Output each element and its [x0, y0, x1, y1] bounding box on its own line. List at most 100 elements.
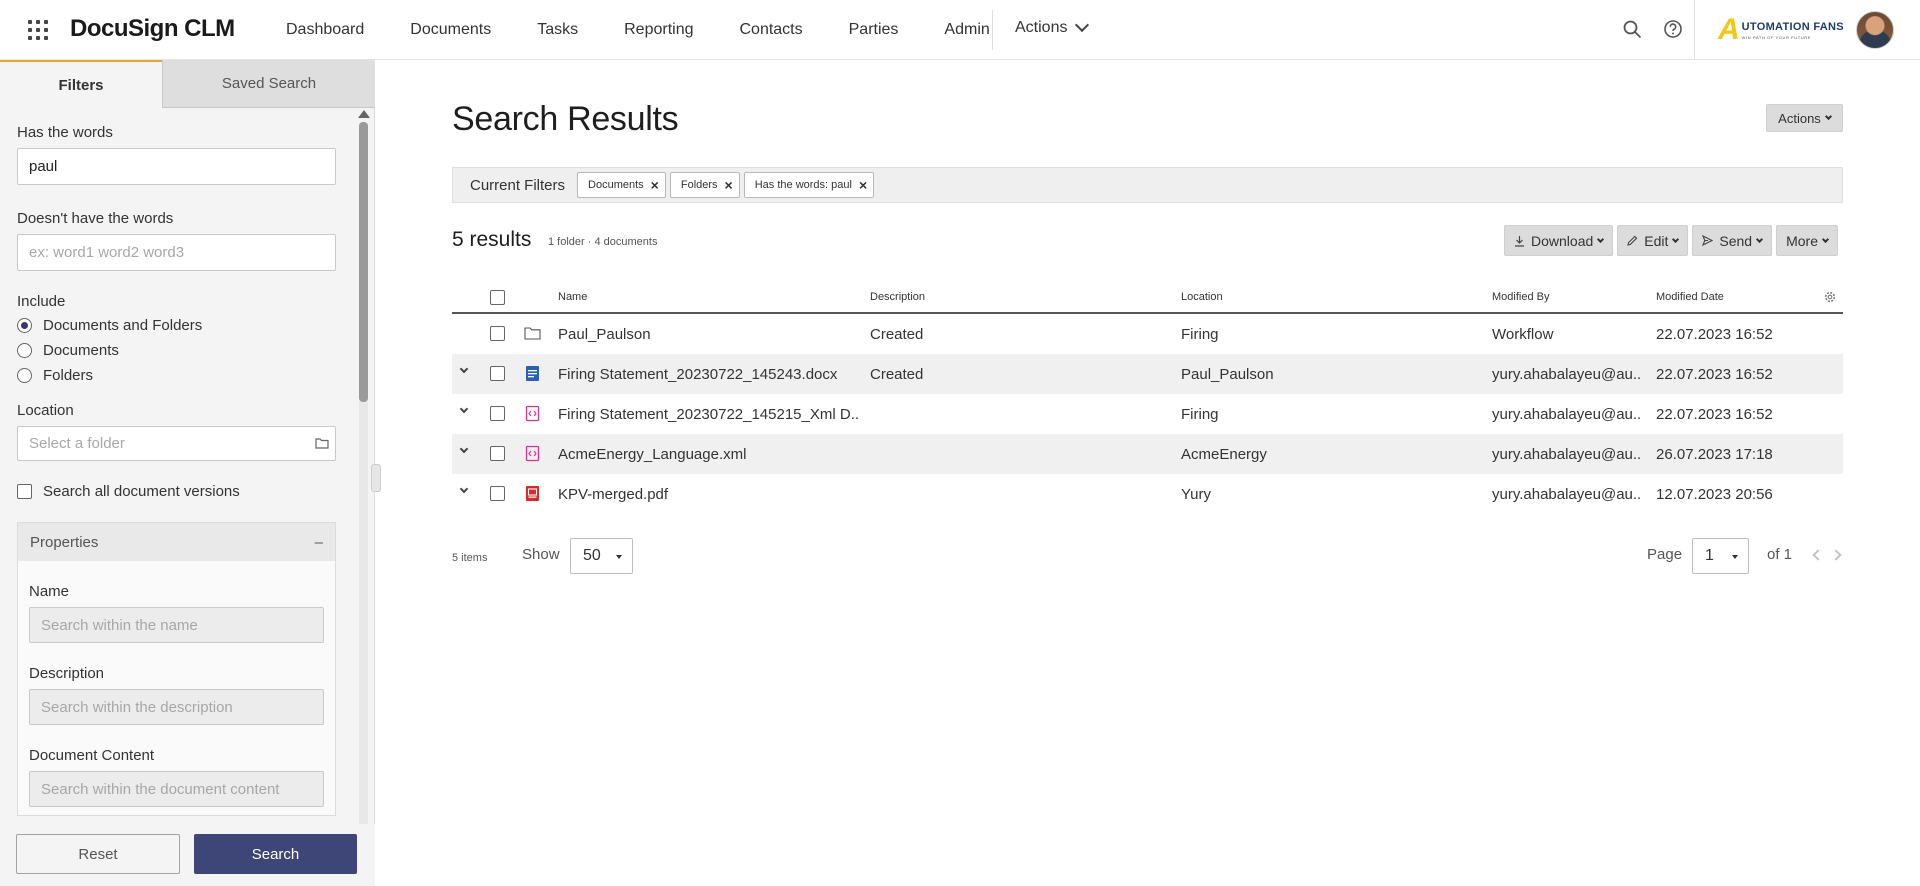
- nav-admin[interactable]: Admin: [944, 21, 989, 39]
- xml-file-icon: [525, 445, 540, 462]
- row-location[interactable]: Firing: [1181, 406, 1219, 423]
- nav-parties[interactable]: Parties: [849, 21, 899, 39]
- column-header-description[interactable]: Description: [870, 291, 925, 303]
- page-total: of 1: [1767, 546, 1793, 563]
- remove-filter-icon[interactable]: ×: [725, 177, 733, 193]
- column-header-name[interactable]: Name: [558, 291, 587, 303]
- chevron-down-icon: [1821, 235, 1830, 243]
- row-checkbox[interactable]: [490, 366, 505, 381]
- expand-row-icon[interactable]: [459, 404, 469, 414]
- properties-header[interactable]: Properties –: [18, 523, 335, 561]
- header-divider: [1694, 0, 1695, 60]
- user-avatar[interactable]: [1856, 11, 1894, 49]
- row-location[interactable]: AcmeEnergy: [1181, 446, 1267, 463]
- edit-button[interactable]: Edit: [1617, 225, 1689, 256]
- scroll-up-icon[interactable]: [358, 110, 370, 118]
- chevron-down-icon: [1824, 112, 1832, 121]
- tab-filters[interactable]: Filters: [0, 60, 162, 108]
- brand-logo[interactable]: DocuSign CLM: [70, 15, 235, 43]
- content-label: Document Content: [29, 747, 155, 764]
- send-icon: [1702, 235, 1714, 246]
- include-option-docs-folders[interactable]: Documents and Folders: [17, 313, 339, 338]
- search-button[interactable]: Search: [194, 834, 357, 874]
- location-input[interactable]: Select a folder: [17, 426, 336, 461]
- table-header: Name Description Location Modified By Mo…: [452, 280, 1843, 314]
- include-option-label: Documents: [43, 342, 119, 359]
- filter-scrollbar[interactable]: [356, 108, 372, 864]
- row-location[interactable]: Yury: [1181, 486, 1211, 503]
- page-actions-button[interactable]: Actions: [1766, 104, 1843, 132]
- send-button[interactable]: Send: [1692, 225, 1773, 256]
- description-input[interactable]: Search within the description: [29, 689, 324, 725]
- name-input[interactable]: Search within the name: [29, 607, 324, 643]
- table-row[interactable]: Paul_Paulson Created Firing Workflow 22.…: [452, 314, 1843, 354]
- nav-reporting[interactable]: Reporting: [624, 21, 693, 39]
- remove-filter-icon[interactable]: ×: [651, 177, 659, 193]
- location-field: Select a folder: [17, 426, 339, 461]
- chevron-down-icon: [1597, 235, 1605, 243]
- row-name[interactable]: Paul_Paulson: [558, 326, 858, 343]
- row-name[interactable]: AcmeEnergy_Language.xml: [558, 446, 858, 463]
- column-header-modified-by[interactable]: Modified By: [1492, 291, 1549, 303]
- column-header-location[interactable]: Location: [1181, 291, 1223, 303]
- table-row[interactable]: AcmeEnergy_Language.xml AcmeEnergy yury.…: [452, 434, 1843, 474]
- download-label: Download: [1531, 232, 1594, 249]
- include-option-label: Documents and Folders: [43, 317, 203, 334]
- location-label: Location: [17, 402, 74, 419]
- logo-text: UTOMATION FANS WIN PATH OF YOUR FUTURE: [1742, 21, 1844, 40]
- include-option-folders[interactable]: Folders: [17, 363, 339, 388]
- row-checkbox[interactable]: [490, 406, 505, 421]
- app-launcher-icon[interactable]: [26, 18, 50, 42]
- nav-actions-menu[interactable]: Actions: [1015, 17, 1090, 37]
- previous-page-icon[interactable]: [1812, 549, 1824, 561]
- tab-saved-search[interactable]: Saved Search: [162, 60, 375, 108]
- row-name[interactable]: Firing Statement_20230722_145215_Xml D..…: [558, 406, 858, 423]
- include-option-documents[interactable]: Documents: [17, 338, 339, 363]
- scroll-thumb[interactable]: [359, 122, 368, 402]
- column-header-modified-date[interactable]: Modified Date: [1656, 291, 1724, 303]
- main-content: Search Results Actions Current Filters D…: [376, 60, 1920, 886]
- expand-row-icon[interactable]: [459, 444, 469, 454]
- dropdown-arrow-icon: [616, 555, 622, 559]
- reset-button[interactable]: Reset: [16, 834, 180, 874]
- folder-browse-icon[interactable]: [315, 437, 329, 449]
- row-location[interactable]: Firing: [1181, 326, 1219, 343]
- scroll-track[interactable]: [359, 122, 368, 846]
- table-row[interactable]: Firing Statement_20230722_145215_Xml D..…: [452, 394, 1843, 434]
- expand-row-icon[interactable]: [459, 484, 469, 494]
- help-icon[interactable]: [1662, 18, 1684, 40]
- show-label: Show: [522, 546, 560, 563]
- row-name[interactable]: Firing Statement_20230722_145243.docx: [558, 366, 858, 383]
- gear-icon[interactable]: [1823, 290, 1837, 304]
- page-size-select[interactable]: 50: [570, 538, 633, 574]
- select-all-checkbox[interactable]: [490, 290, 505, 305]
- page-select[interactable]: 1: [1692, 538, 1749, 574]
- not-words-input[interactable]: ex: word1 word2 word3: [17, 234, 336, 271]
- nav-tasks[interactable]: Tasks: [537, 21, 578, 39]
- row-checkbox[interactable]: [490, 486, 505, 501]
- search-versions-checkbox-row[interactable]: Search all document versions: [17, 483, 339, 500]
- nav-dashboard[interactable]: Dashboard: [286, 21, 364, 39]
- more-button[interactable]: More: [1776, 225, 1838, 256]
- nav-contacts[interactable]: Contacts: [739, 21, 802, 39]
- row-location[interactable]: Paul_Paulson: [1181, 366, 1274, 383]
- row-checkbox[interactable]: [490, 326, 505, 341]
- row-checkbox[interactable]: [490, 446, 505, 461]
- search-icon[interactable]: [1621, 18, 1643, 40]
- nav-documents[interactable]: Documents: [410, 21, 491, 39]
- content-input[interactable]: Search within the document content: [29, 771, 324, 807]
- table-row[interactable]: Firing Statement_20230722_145243.docx Cr…: [452, 354, 1843, 394]
- row-name[interactable]: KPV-merged.pdf: [558, 486, 858, 503]
- nav-divider: [992, 10, 993, 50]
- download-button[interactable]: Download: [1504, 225, 1614, 256]
- filter-chip-folders: Folders ×: [669, 172, 740, 198]
- logo-main-text: UTOMATION FANS: [1741, 20, 1844, 33]
- expand-row-icon[interactable]: [459, 364, 469, 374]
- collapse-icon[interactable]: –: [315, 534, 323, 551]
- include-label: Include: [17, 293, 66, 310]
- remove-filter-icon[interactable]: ×: [859, 177, 867, 193]
- edit-label: Edit: [1644, 232, 1669, 249]
- has-words-input[interactable]: paul: [17, 148, 336, 185]
- table-row[interactable]: KPV-merged.pdf Yury yury.ahabalayeu@au..…: [452, 474, 1843, 514]
- next-page-icon[interactable]: [1830, 549, 1842, 561]
